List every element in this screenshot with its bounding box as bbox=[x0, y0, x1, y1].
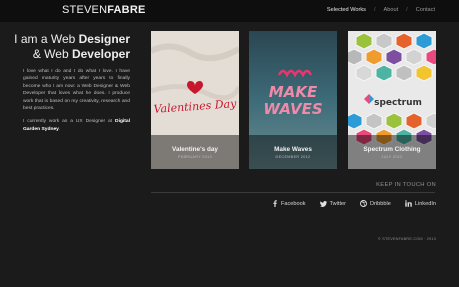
site-header: STEVENFABRE Selected Works / About / Con… bbox=[0, 0, 459, 22]
work-card-make-waves[interactable]: MAKE WAVES Make Waves DECEMBER 2012 bbox=[249, 31, 337, 169]
linkedin-icon bbox=[405, 200, 412, 207]
intro-paragraph-1: I love what I do and I do what I love. I… bbox=[23, 69, 130, 112]
twitter-label: Twitter bbox=[329, 200, 346, 207]
title-line1-text: I am a Web bbox=[14, 32, 79, 46]
intro-text: I love what I do and I do what I love. I… bbox=[23, 68, 130, 139]
facebook-label: Facebook bbox=[280, 200, 306, 207]
site-logo[interactable]: STEVENFABRE bbox=[62, 4, 146, 16]
facebook-icon bbox=[273, 200, 277, 207]
linkedin-label: LinkedIn bbox=[414, 200, 436, 207]
make-waves-art-text-1: MAKE bbox=[269, 83, 318, 101]
linkedin-link[interactable]: LinkedIn bbox=[405, 200, 436, 207]
twitter-icon bbox=[319, 200, 327, 207]
title-line1-bold: Designer bbox=[78, 32, 130, 46]
work-title: Make Waves bbox=[274, 146, 312, 153]
nav-separator: / bbox=[373, 7, 376, 13]
intro-paragraph-2: I currently work as a UX Designer at Dig… bbox=[23, 118, 130, 133]
work-title: Spectrum Clothing bbox=[363, 146, 421, 153]
dribbble-label: Dribbble bbox=[370, 200, 391, 207]
make-waves-art-text-2: WAVES bbox=[263, 100, 322, 118]
work-card-valentines-day[interactable]: Valentines Day Valentine's day FEBRUARY … bbox=[151, 31, 239, 169]
copyright: © STEVENFABRE.COM · 2013 bbox=[377, 237, 436, 241]
intro-paragraph-2-text: I currently work as a UX Designer at bbox=[23, 119, 116, 125]
title-line2-text: & Web bbox=[32, 47, 72, 61]
dribbble-link[interactable]: Dribbble bbox=[360, 200, 391, 207]
contact-heading: KEEP IN TOUCH ON bbox=[376, 182, 436, 188]
work-date: JULY 2012 bbox=[381, 155, 403, 159]
work-title: Valentine's day bbox=[172, 146, 218, 153]
logo-last-name: FABRE bbox=[107, 4, 146, 16]
logo-first-name: STEVEN bbox=[62, 4, 108, 16]
dribbble-icon bbox=[360, 200, 367, 207]
work-date: FEBRUARY 2013 bbox=[178, 155, 212, 159]
nav-separator: / bbox=[406, 7, 408, 13]
intro-title: I am a Web Designer & Web Developer bbox=[14, 32, 130, 62]
work-card-spectrum-clothing[interactable]: spectrum Spectrum Clothing JULY 2012 bbox=[348, 31, 436, 169]
facebook-link[interactable]: Facebook bbox=[272, 200, 306, 207]
title-line2-bold: Developer bbox=[71, 47, 130, 61]
nav-about[interactable]: About bbox=[384, 7, 399, 13]
social-links: Facebook Twitter Dribbble LinkedIn bbox=[258, 200, 436, 207]
divider bbox=[151, 192, 435, 193]
intro-paragraph-2-end: . bbox=[58, 126, 61, 132]
main-nav: Selected Works / About / Contact bbox=[327, 7, 435, 13]
nav-contact[interactable]: Contact bbox=[416, 7, 435, 13]
nav-selected-works[interactable]: Selected Works bbox=[327, 7, 366, 13]
spectrum-art-text: spectrum bbox=[374, 98, 422, 108]
work-date: DECEMBER 2012 bbox=[275, 155, 311, 159]
page-content: I am a Web Designer & Web Developer I lo… bbox=[0, 22, 459, 287]
twitter-link[interactable]: Twitter bbox=[319, 200, 346, 207]
